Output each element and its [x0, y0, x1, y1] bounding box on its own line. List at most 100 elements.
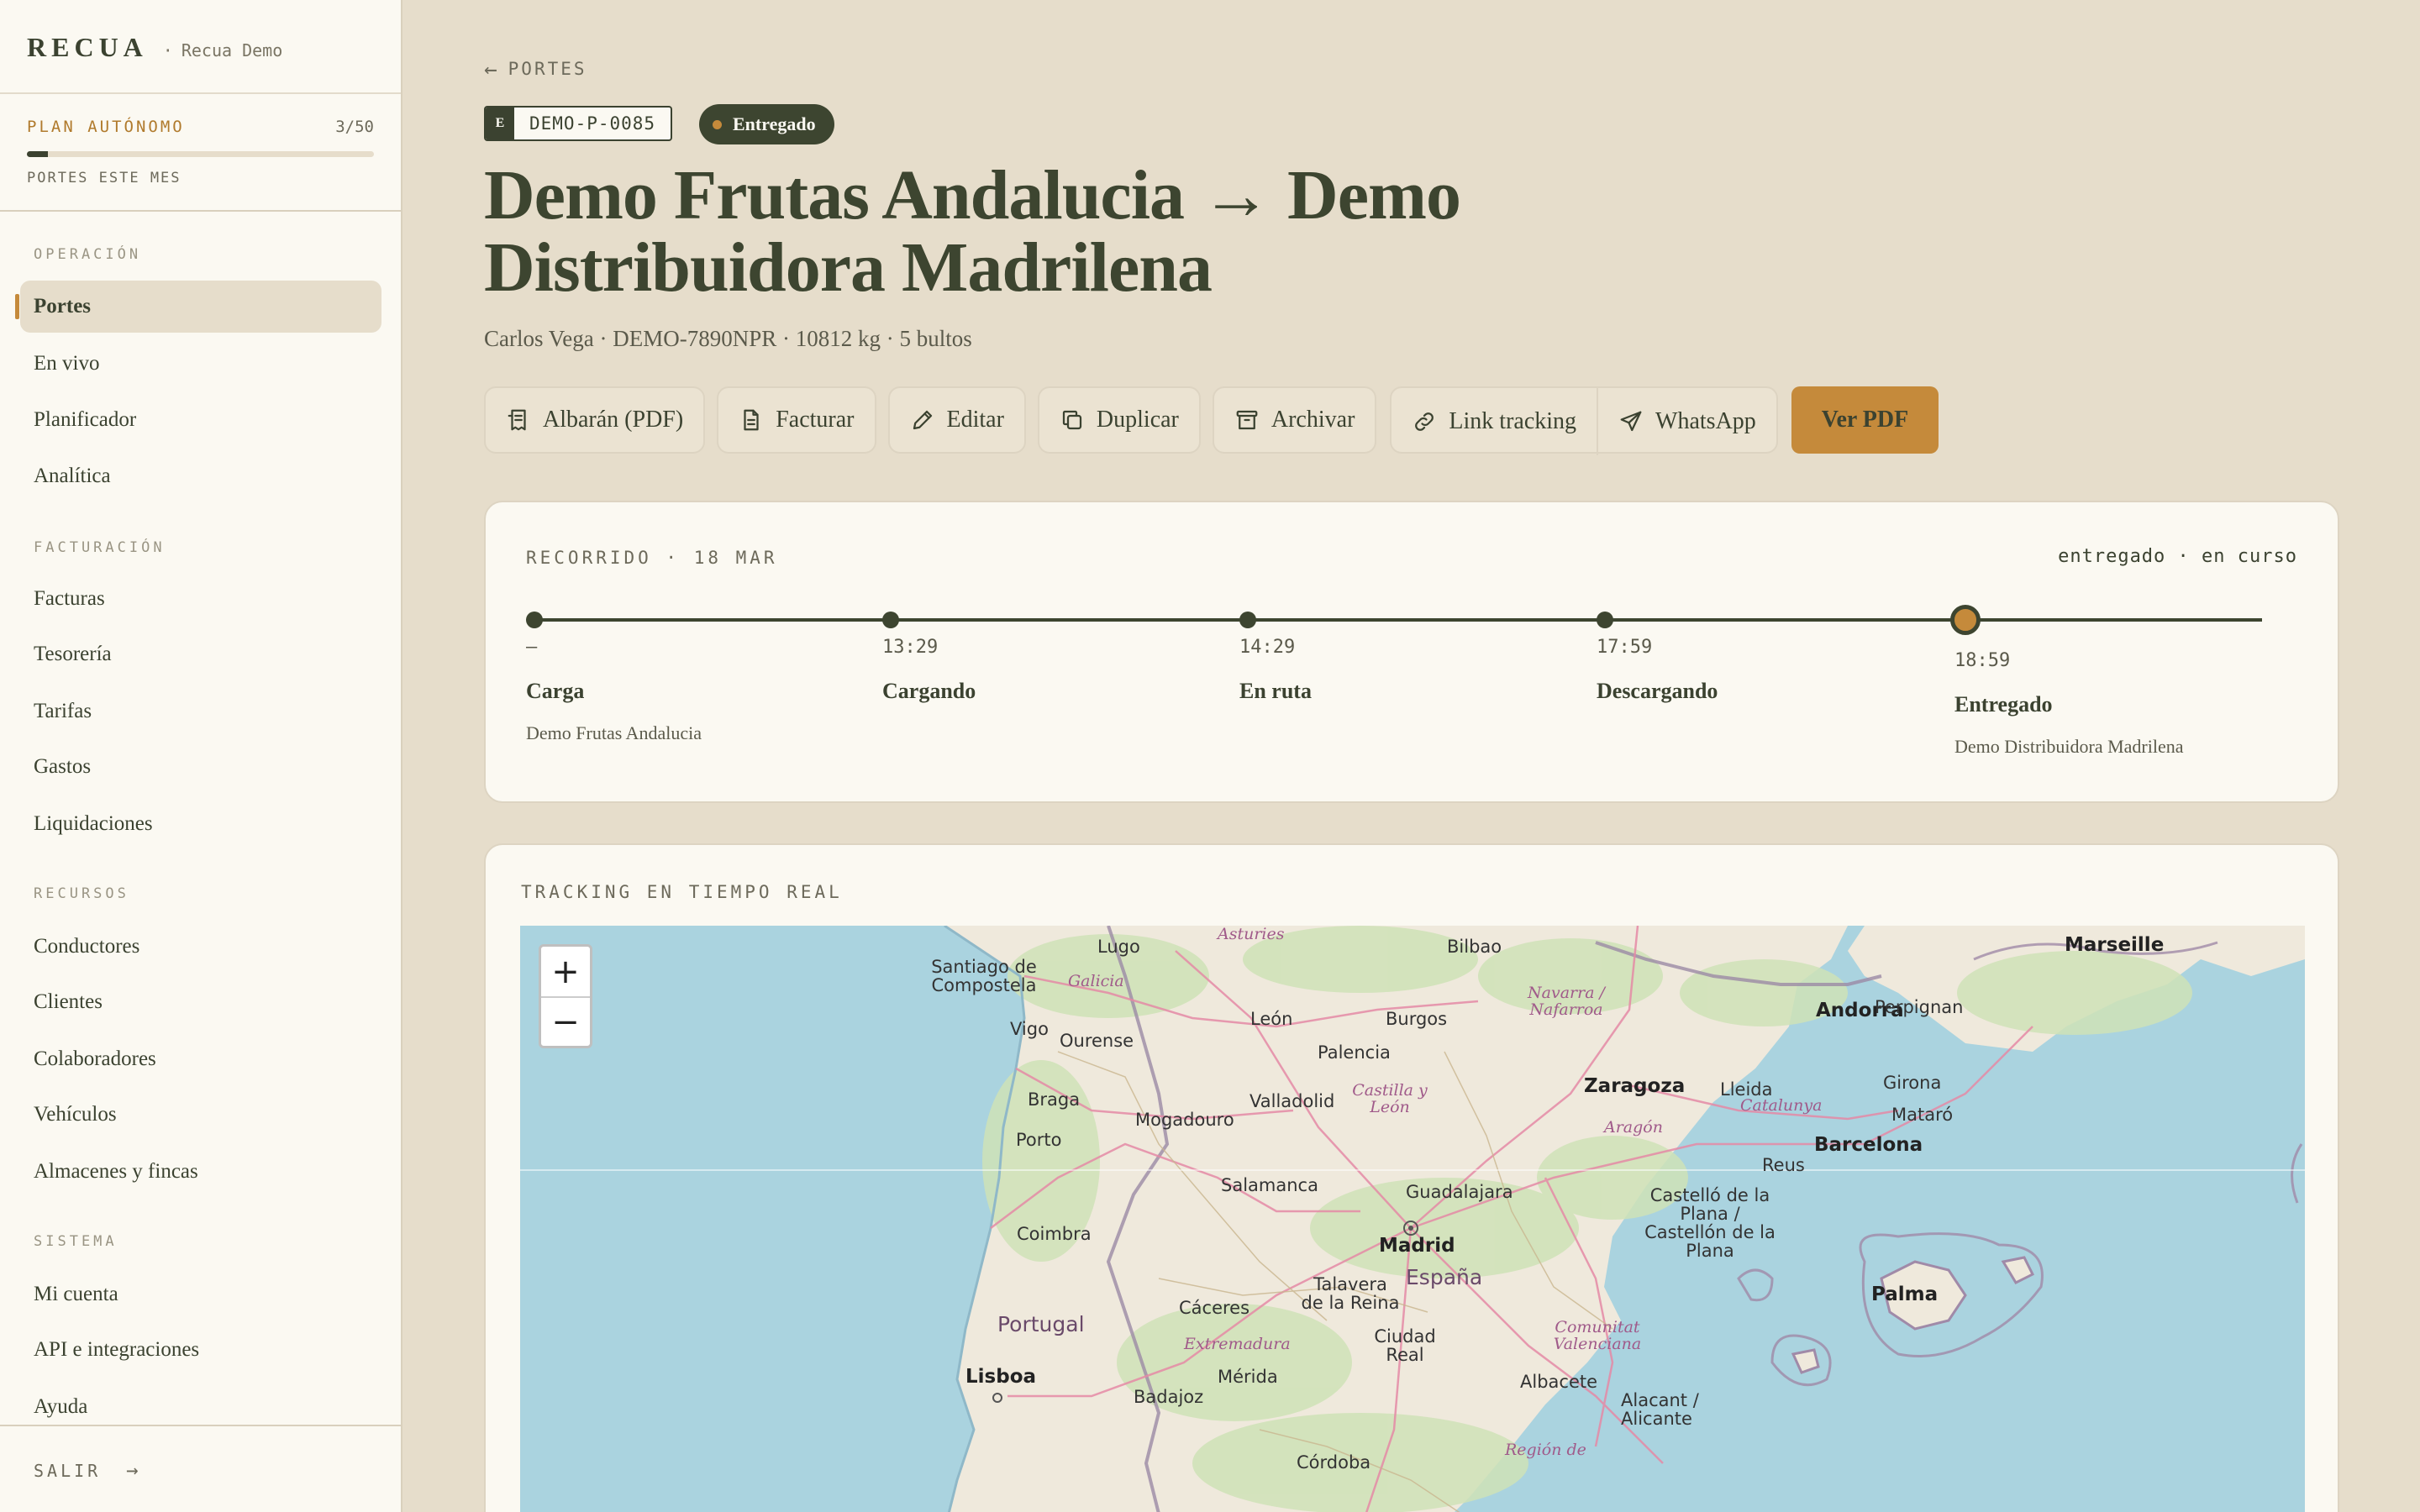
workspace-name: Recua Demo	[181, 40, 283, 60]
sidebar-item-conductores[interactable]: Conductores	[20, 921, 381, 973]
map-city-label: Valladolid	[1249, 1091, 1335, 1111]
plan-name: PLAN AUTÓNOMO	[27, 118, 185, 136]
step-dot	[1239, 612, 1256, 628]
editar-button[interactable]: Editar	[887, 386, 1026, 454]
document-icon	[744, 409, 759, 431]
nav-section-operacion: OPERACIÓN	[34, 246, 142, 263]
zoom-in-button[interactable]: +	[541, 947, 590, 996]
duplicar-label: Duplicar	[1096, 407, 1179, 433]
sidebar-item-tesoreria[interactable]: Tesorería	[20, 628, 381, 680]
whatsapp-button[interactable]: WhatsApp	[1597, 388, 1776, 455]
sidebar-item-portes[interactable]: Portes	[15, 281, 381, 333]
link-tracking-button[interactable]: Link tracking	[1392, 388, 1597, 455]
route-timeline-tail	[1990, 618, 2262, 622]
brand-separator: ·	[162, 40, 173, 60]
map-city-label: Alacant / Alicante	[1621, 1390, 1699, 1429]
page-title: Demo Frutas Andalucia → Demo Distribuido…	[484, 156, 1461, 307]
step-time: 14:29	[1239, 637, 1296, 658]
map-city-label: Coimbra	[1017, 1224, 1092, 1244]
step-place: Demo Distribuidora Madrilena	[1954, 736, 2184, 757]
duplicar-button[interactable]: Duplicar	[1037, 386, 1201, 454]
facturar-button[interactable]: Facturar	[717, 386, 876, 454]
status-badge: Entregado	[699, 104, 834, 144]
map-city-label: Ourense	[1060, 1031, 1134, 1051]
step-dot	[1597, 612, 1613, 628]
tracking-label: TRACKING EN TIEMPO REAL	[521, 882, 843, 902]
albaran-label: Albarán (PDF)	[543, 407, 684, 433]
nav-section-sistema: SISTEMA	[34, 1233, 118, 1250]
map-region-label: Galicia	[1068, 972, 1124, 990]
logout-button[interactable]: SALIR →	[34, 1458, 142, 1482]
map-city-label: Ciudad Real	[1374, 1326, 1436, 1365]
arrow-right-icon: →	[126, 1458, 142, 1482]
step-time: 13:29	[882, 637, 939, 658]
map-city-label: León	[1250, 1009, 1293, 1029]
map-city-label: Porto	[1016, 1130, 1062, 1150]
map-city-label: Castelló de la Plana / Castellón de la P…	[1644, 1185, 1776, 1261]
sidebar-item-api[interactable]: API e integraciones	[20, 1324, 381, 1376]
action-toolbar: Albarán (PDF) Facturar Editar Duplicar A…	[484, 386, 1939, 455]
sidebar-item-colaboradores[interactable]: Colaboradores	[20, 1033, 381, 1085]
sidebar-item-mi-cuenta[interactable]: Mi cuenta	[20, 1268, 381, 1320]
map-city-label: Madrid	[1379, 1235, 1455, 1257]
step-name: Entregado	[1954, 692, 2053, 717]
reference-type: E	[486, 108, 514, 139]
archivar-button[interactable]: Archivar	[1212, 386, 1377, 454]
back-link[interactable]: ← PORTES	[484, 57, 587, 82]
sidebar-item-liquidaciones[interactable]: Liquidaciones	[20, 798, 381, 850]
map-city-label: Perpignan	[1875, 997, 1964, 1017]
route-timeline	[534, 618, 2072, 622]
reference-badge: E DEMO-P-0085	[484, 106, 673, 141]
link-icon	[1415, 412, 1434, 431]
map-city-label: Talavera de la Reina	[1301, 1274, 1400, 1313]
nav-section-recursos: RECURSOS	[34, 885, 129, 902]
map-city-label: Lugo	[1097, 937, 1140, 957]
map-city-label: Lisboa	[965, 1366, 1037, 1388]
albaran-pdf-button[interactable]: Albarán (PDF)	[484, 386, 706, 454]
brand[interactable]: RECUA · Recua Demo	[27, 32, 282, 63]
map-region-label: Extremadura	[1184, 1335, 1291, 1353]
pencil-icon	[913, 410, 932, 430]
map-region-label: Catalunya	[1740, 1096, 1823, 1115]
sidebar-item-clientes[interactable]: Clientes	[20, 976, 381, 1028]
tracking-map[interactable]: + − Lugo Santiago de Compostela Vigo Our…	[520, 926, 2305, 1512]
copy-icon	[1062, 410, 1082, 430]
map-city-label: Palencia	[1318, 1042, 1391, 1063]
ver-pdf-button[interactable]: Ver PDF	[1791, 386, 1939, 454]
sidebar-item-tarifas[interactable]: Tarifas	[20, 685, 381, 738]
tracking-card: TRACKING EN TIEMPO REAL + − Lugo Santiag…	[484, 843, 2339, 1512]
sidebar-item-en-vivo[interactable]: En vivo	[20, 338, 381, 390]
step-name: Carga	[526, 679, 585, 703]
zoom-control: + −	[539, 944, 592, 1048]
sidebar-item-analitica[interactable]: Analítica	[20, 450, 381, 502]
map-region-label: Región de	[1505, 1441, 1586, 1459]
map-city-label: Girona	[1883, 1073, 1942, 1093]
map-city-label: Santiago de Compostela	[931, 957, 1037, 995]
route-status: entregado · en curso	[2058, 546, 2297, 567]
map-region-label: Asturies	[1218, 926, 1285, 943]
map-city-label: Vigo	[1010, 1019, 1049, 1039]
map-city-label: Barcelona	[1814, 1134, 1923, 1156]
sidebar-item-facturas[interactable]: Facturas	[20, 573, 381, 625]
sidebar-item-almacenes[interactable]: Almacenes y fincas	[20, 1146, 381, 1198]
current-step-marker	[1950, 605, 1981, 635]
map-city-label: Mataró	[1891, 1105, 1954, 1125]
step-place: Demo Frutas Andalucia	[526, 722, 702, 743]
plan-progress-fill	[27, 151, 48, 157]
plan-count: 3/50	[335, 118, 374, 136]
zoom-out-button[interactable]: −	[541, 996, 590, 1046]
map-city-label: Bilbao	[1447, 937, 1502, 957]
plan-usage: PLAN AUTÓNOMO 3/50 PORTES ESTE MES	[0, 92, 401, 212]
link-tracking-label: Link tracking	[1449, 408, 1577, 434]
sidebar-item-gastos[interactable]: Gastos	[20, 741, 381, 793]
back-label: PORTES	[508, 59, 587, 79]
plan-progress-bar	[27, 151, 374, 157]
sidebar-item-planificador[interactable]: Planificador	[20, 394, 381, 446]
sidebar-item-vehiculos[interactable]: Vehículos	[20, 1089, 381, 1141]
editar-label: Editar	[946, 407, 1004, 433]
map-country-label: España	[1406, 1265, 1483, 1289]
step-name: En ruta	[1239, 679, 1312, 703]
map-city-label: Marseille	[2065, 934, 2165, 956]
whatsapp-label: WhatsApp	[1655, 408, 1756, 434]
map-city-label: Albacete	[1520, 1372, 1598, 1392]
